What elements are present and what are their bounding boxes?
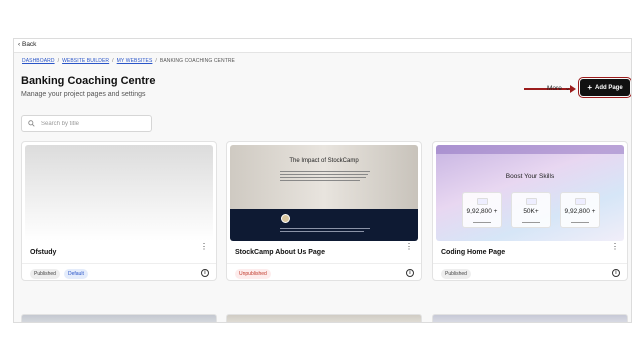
breadcrumb-dashboard[interactable]: DASHBOARD [22, 58, 55, 64]
top-bar: ‹ Back [14, 39, 631, 53]
thumbnail-header [436, 145, 624, 154]
back-button[interactable]: ‹ Back [18, 41, 36, 48]
card-title: Coding Home Page [441, 249, 506, 256]
thumbnail-stat: 9,92,800 + [462, 192, 502, 228]
stat-value: 9,92,800 + [466, 208, 498, 215]
stat-icon [575, 198, 586, 205]
search-icon [28, 120, 35, 127]
default-badge: Default [64, 269, 88, 279]
thumbnail-title: Boost Your Skills [505, 173, 555, 180]
status-badge: Published [441, 269, 471, 279]
chevron-left-icon: ‹ [18, 41, 21, 48]
card-footer: Published i [433, 263, 627, 280]
card-footer: Published Default i [22, 263, 216, 280]
page-thumbnail[interactable]: The Impact of StockCamp [230, 145, 418, 241]
app-frame: ‹ Back DASHBOARD / WEBSITE BUILDER / MY WEBS… [13, 38, 632, 323]
add-page-button[interactable]: + Add Page [578, 77, 631, 98]
chevron-down-icon: ⌄ [564, 85, 571, 92]
page-card-partial[interactable] [432, 314, 628, 322]
breadcrumb-separator: / [155, 58, 157, 64]
card-footer: Unpublished i [227, 263, 421, 280]
breadcrumb-current: BANKING COACHING CENTRE [159, 58, 235, 64]
page-card[interactable]: Ofstudy ⋮ Published Default i [21, 141, 217, 281]
thumbnail-text-line [280, 231, 364, 232]
info-icon[interactable]: i [406, 269, 414, 277]
breadcrumb-separator: / [112, 58, 114, 64]
breadcrumb-my-websites[interactable]: MY WEBSITES [117, 58, 153, 64]
thumbnail-title: The Impact of StockCamp [289, 158, 359, 164]
thumbnail-text-line [280, 180, 360, 181]
thumbnail-stat: 50K+ [511, 192, 551, 228]
status-badge: Unpublished [235, 269, 271, 279]
avatar [281, 214, 290, 223]
thumbnail-text-line [280, 171, 370, 172]
more-dropdown[interactable]: More ⌄ [547, 84, 571, 93]
thumbnail-text-line [280, 174, 368, 175]
thumbnail-stat: 9,92,800 + [560, 192, 600, 228]
plus-icon: + [587, 82, 592, 92]
stat-value: 50K+ [523, 208, 539, 215]
thumbnail-text-line [280, 228, 370, 229]
page-card-partial[interactable] [226, 314, 422, 322]
page-subtitle: Manage your project pages and settings [21, 91, 146, 98]
breadcrumb-website-builder[interactable]: WEBSITE BUILDER [62, 58, 109, 64]
stat-label-line [522, 222, 540, 223]
stat-icon [477, 198, 488, 205]
search-box [21, 115, 152, 132]
page-card[interactable]: The Impact of StockCamp StockCamp About … [226, 141, 422, 281]
thumbnail-hero: The Impact of StockCamp [230, 145, 418, 209]
card-title: Ofstudy [30, 249, 57, 256]
breadcrumb: DASHBOARD / WEBSITE BUILDER / MY WEBSITES / BA… [22, 58, 235, 64]
add-page-label: Add Page [595, 84, 623, 91]
info-icon[interactable]: i [612, 269, 620, 277]
breadcrumb-separator: / [57, 58, 60, 64]
page-card-partial[interactable] [21, 314, 217, 322]
thumbnail-text-line [280, 177, 366, 178]
kebab-menu-icon[interactable]: ⋮ [611, 243, 619, 251]
stat-icon [526, 198, 537, 205]
search-input[interactable] [41, 120, 141, 127]
more-label: More [547, 84, 562, 92]
stat-value: 9,92,800 + [564, 208, 596, 215]
stat-label-line [473, 222, 491, 223]
info-icon[interactable]: i [201, 269, 209, 277]
thumbnail-testimonial [230, 209, 418, 241]
page-title: Banking Coaching Centre [21, 75, 156, 87]
card-title: StockCamp About Us Page [235, 249, 325, 256]
kebab-menu-icon[interactable]: ⋮ [405, 243, 413, 251]
stat-label-line [571, 222, 589, 223]
kebab-menu-icon[interactable]: ⋮ [200, 243, 208, 251]
back-label: Back [21, 41, 37, 48]
page-thumbnail[interactable] [25, 145, 213, 241]
page-card[interactable]: Boost Your Skills 9,92,800 + 50K+ 9,92,8… [432, 141, 628, 281]
status-badge: Published [30, 269, 60, 279]
page-thumbnail[interactable]: Boost Your Skills 9,92,800 + 50K+ 9,92,8… [436, 145, 624, 241]
